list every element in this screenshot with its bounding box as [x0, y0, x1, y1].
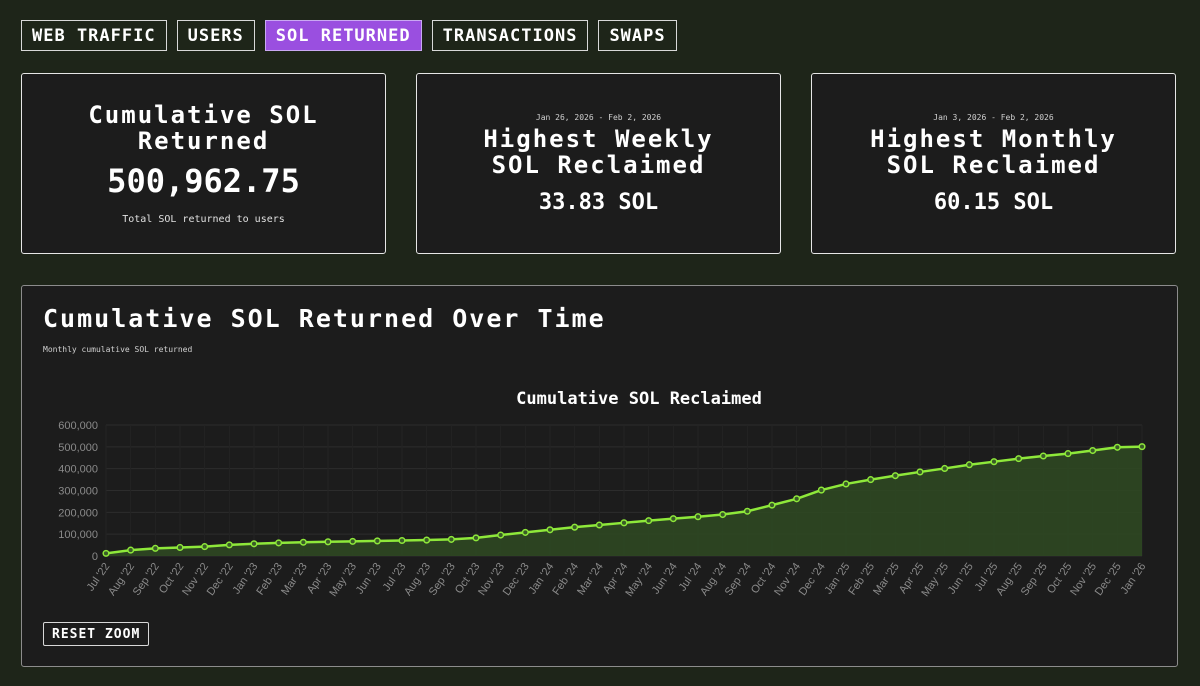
card-value: 500,962.75 — [107, 162, 300, 200]
x-tick-label: Sep '24 — [723, 561, 754, 598]
weekly-sol-card: Jan 26, 2026 - Feb 2, 2026 Highest Weekl… — [416, 73, 781, 254]
data-point — [990, 458, 998, 466]
tab-users[interactable]: USERS — [176, 20, 255, 51]
data-point — [349, 537, 357, 545]
card-title-line: Highest Monthly — [870, 124, 1117, 153]
data-point — [620, 519, 628, 527]
tab-sol-returned[interactable]: SOL RETURNED — [264, 20, 422, 51]
data-point — [127, 546, 135, 554]
tab-transactions[interactable]: TRANSACTIONS — [431, 20, 589, 51]
data-point — [645, 517, 653, 525]
data-point — [151, 544, 159, 552]
data-point — [743, 507, 751, 515]
data-point — [324, 538, 332, 546]
x-tick-label: Dec '22 — [205, 561, 236, 598]
tab-web-traffic[interactable]: WEB TRAFFIC — [21, 20, 167, 51]
y-tick-label: 300,000 — [58, 486, 98, 498]
x-tick-label: Sep '23 — [427, 561, 458, 598]
x-tick-label: Dec '25 — [1093, 561, 1124, 598]
data-point — [595, 521, 603, 529]
monthly-sol-card: Jan 3, 2026 - Feb 2, 2026 Highest Monthl… — [811, 73, 1176, 254]
data-point — [275, 539, 283, 547]
data-point — [201, 543, 209, 551]
data-point — [472, 534, 480, 542]
card-title: Highest Monthly SOL Reclaimed — [870, 126, 1117, 178]
data-point — [793, 495, 801, 503]
card-value: 60.15 SOL — [933, 189, 1054, 215]
card-title-line: SOL Reclaimed — [886, 150, 1101, 179]
tab-swaps[interactable]: SWAPS — [598, 20, 677, 51]
data-point — [1039, 452, 1047, 460]
data-point — [1113, 443, 1121, 451]
data-point — [842, 480, 850, 488]
data-point — [176, 543, 184, 552]
data-point — [867, 476, 875, 484]
y-tick-label: 400,000 — [58, 464, 98, 476]
data-point — [817, 486, 825, 494]
x-tick-label: Jun '24 — [650, 561, 680, 597]
y-tick-label: 0 — [92, 551, 98, 563]
cumulative-sol-chart[interactable]: Cumulative SOL Reclaimed 0 100,000 200,000 3… — [22, 381, 1179, 611]
y-tick-label: 500,000 — [58, 442, 98, 454]
data-point — [1015, 455, 1023, 463]
data-point — [546, 526, 554, 534]
data-point — [250, 540, 258, 548]
card-title-line: Returned — [137, 127, 270, 155]
x-tick-label: Mar '24 — [575, 561, 606, 598]
data-point — [398, 536, 406, 545]
x-tick-label: Sep '22 — [131, 561, 162, 598]
data-point — [299, 538, 307, 546]
y-tick-label: 600,000 — [58, 420, 98, 432]
card-date-range: Jan 26, 2026 - Feb 2, 2026 — [535, 112, 662, 122]
data-point — [669, 515, 677, 523]
data-point — [768, 501, 776, 509]
data-point — [1089, 446, 1097, 455]
data-point — [225, 541, 233, 549]
x-tick-label: Sep '25 — [1019, 561, 1050, 598]
tab-bar: WEB TRAFFIC USERS SOL RETURNED TRANSACTI… — [21, 20, 677, 51]
card-caption: Total SOL returned to users — [122, 214, 285, 225]
chart-title: Cumulative SOL Reclaimed — [516, 389, 762, 409]
x-tick-label: Mar '23 — [279, 561, 310, 598]
data-point — [891, 472, 899, 480]
y-tick-label: 200,000 — [58, 507, 98, 519]
data-point — [965, 461, 973, 469]
data-point — [521, 528, 529, 536]
data-point — [373, 537, 381, 545]
panel-subtitle: Monthly cumulative SOL returned — [43, 345, 193, 354]
panel-title: Cumulative SOL Returned Over Time — [43, 304, 606, 333]
x-tick-label: Dec '24 — [797, 561, 828, 598]
x-tick-label: Jun '25 — [946, 561, 976, 597]
card-title: Highest Weekly SOL Reclaimed — [483, 126, 713, 178]
card-value: 33.83 SOL — [538, 189, 659, 215]
data-point — [497, 531, 505, 539]
data-point — [102, 549, 110, 557]
data-point — [719, 510, 727, 519]
card-title-line: Cumulative SOL — [88, 101, 319, 129]
cumulative-sol-card: Cumulative SOL Returned 500,962.75 Total… — [21, 73, 386, 254]
data-point — [941, 464, 949, 472]
card-title-line: SOL Reclaimed — [491, 150, 706, 179]
data-point — [1138, 443, 1146, 451]
data-point — [916, 468, 924, 476]
card-date-range: Jan 3, 2026 - Feb 2, 2026 — [933, 112, 1054, 122]
card-title: Cumulative SOL Returned — [88, 102, 318, 154]
data-point — [571, 523, 579, 531]
card-title-line: Highest Weekly — [483, 124, 714, 153]
data-point — [447, 535, 455, 543]
x-tick-label: Mar '25 — [871, 561, 902, 598]
x-tick-label: Dec '23 — [501, 561, 532, 598]
y-tick-label: 100,000 — [58, 529, 98, 541]
data-point — [423, 536, 431, 544]
reset-zoom-button[interactable]: RESET ZOOM — [43, 622, 150, 646]
data-point — [694, 513, 702, 521]
data-point — [1064, 450, 1072, 458]
x-tick-label: Jan '26 — [1118, 561, 1148, 597]
x-tick-label: Jun '23 — [354, 561, 384, 597]
chart-panel: Cumulative SOL Returned Over Time Monthl… — [21, 285, 1178, 667]
